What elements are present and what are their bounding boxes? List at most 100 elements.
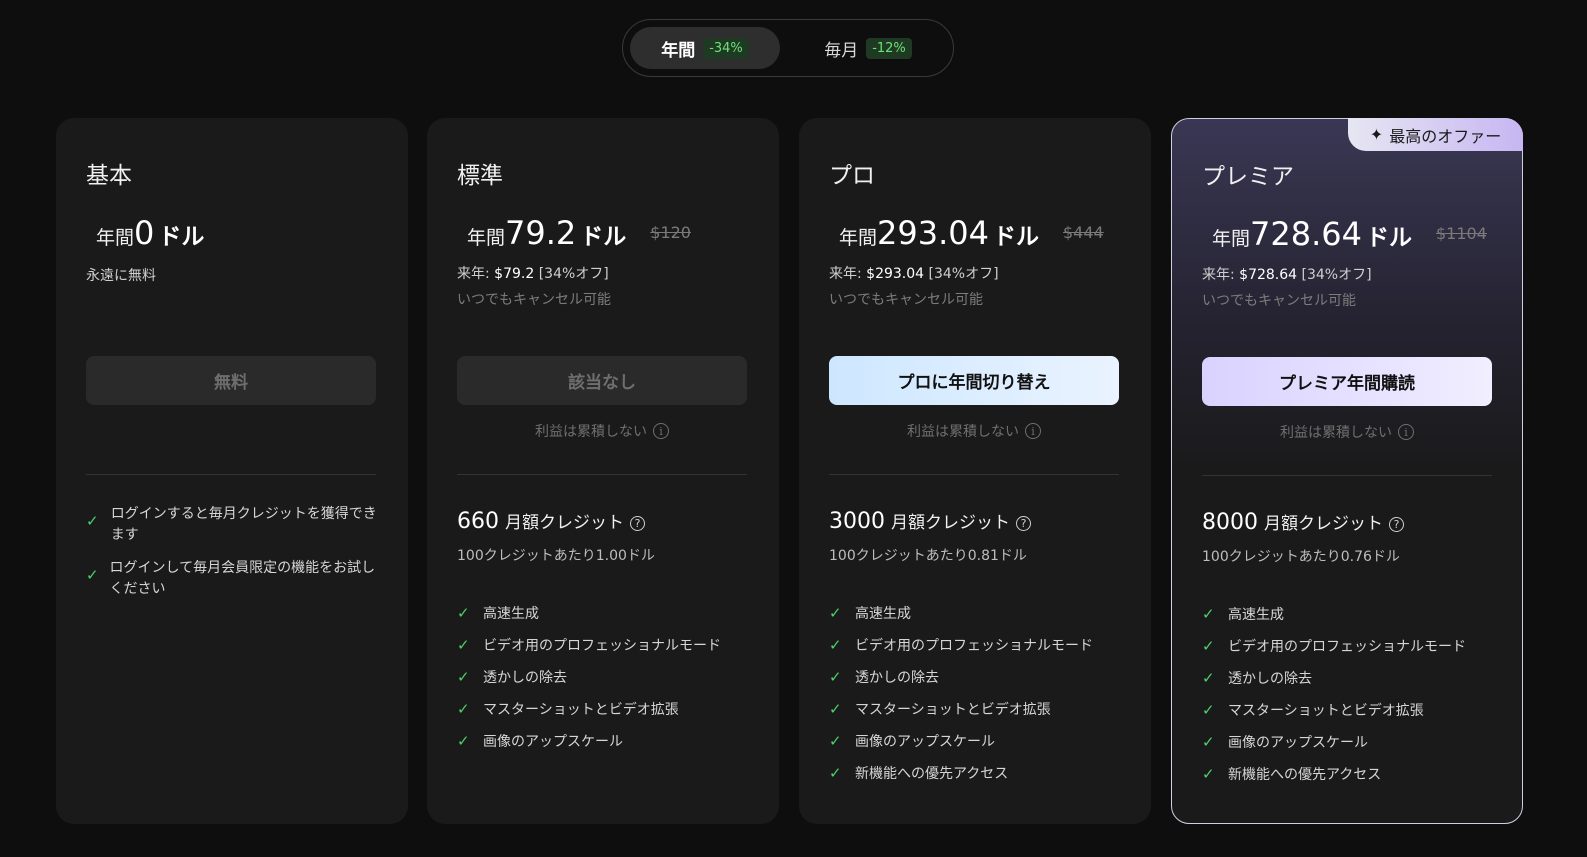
info-icon[interactable]: i xyxy=(653,423,669,439)
divider xyxy=(1202,475,1492,476)
price-unit: ドル xyxy=(992,224,1039,250)
no-accumulation-note: 利益は累積しない i xyxy=(457,421,747,441)
feature-item: ✓ 新機能への優先アクセス xyxy=(1202,758,1502,790)
check-icon: ✓ xyxy=(1202,701,1215,719)
next-year-discount: [34%オフ] xyxy=(928,266,999,282)
yearly-option[interactable]: 年間 -34% xyxy=(630,27,780,69)
feature-item: ✓ 透かしの除去 xyxy=(457,661,757,693)
next-year-label: 来年: xyxy=(1202,267,1235,283)
no-accumulation-label: 利益は累積しない xyxy=(1280,425,1392,441)
price-prefix: 年間 xyxy=(839,227,878,249)
help-icon[interactable]: ? xyxy=(1016,516,1031,531)
billing-period-toggle: 年間 -34% 毎月 -12% xyxy=(622,19,954,77)
not-applicable-button[interactable]: 該当なし xyxy=(457,356,747,405)
feature-item: ✓ 画像のアップスケール xyxy=(829,725,1129,757)
feature-list: ✓ 高速生成 ✓ ビデオ用のプロフェッショナルモード ✓ 透かしの除去 ✓ マスターショ… xyxy=(457,597,757,757)
plan-title: 標準 xyxy=(457,163,503,189)
check-icon: ✓ xyxy=(829,604,842,622)
help-icon[interactable]: ? xyxy=(1389,517,1404,532)
price-row: 年間 728.64 ドル $1104 xyxy=(1212,215,1487,253)
info-icon[interactable]: i xyxy=(1025,423,1041,439)
feature-label: マスターショットとビデオ拡張 xyxy=(483,702,679,718)
check-icon: ✓ xyxy=(457,604,470,622)
feature-item: ✓ 高速生成 xyxy=(1202,598,1502,630)
feature-list: ✓ 高速生成 ✓ ビデオ用のプロフェッショナルモード ✓ 透かしの除去 ✓ マスターショ… xyxy=(1202,598,1502,790)
original-price: $1104 xyxy=(1435,224,1487,243)
check-icon: ✓ xyxy=(86,566,99,584)
monthly-credits: 3000 月額クレジット ? xyxy=(829,508,1031,534)
feature-label: ビデオ用のプロフェッショナルモード xyxy=(1228,639,1466,655)
monthly-label: 毎月 xyxy=(824,40,859,61)
feature-item: ✓ ビデオ用のプロフェッショナルモード xyxy=(829,629,1129,661)
price-amount: 293.04 xyxy=(877,214,989,252)
feature-label: 画像のアップスケール xyxy=(483,734,623,750)
credits-amount: 660 xyxy=(457,509,499,534)
check-icon: ✓ xyxy=(86,512,99,530)
check-icon: ✓ xyxy=(1202,733,1215,751)
no-accumulation-note: 利益は累積しない i xyxy=(1202,422,1492,442)
plan-title: プロ xyxy=(829,163,875,189)
yearly-label: 年間 xyxy=(661,40,696,61)
price-unit: ドル xyxy=(580,224,627,250)
next-year-amount: $293.04 xyxy=(866,266,925,282)
feature-item: ✓ 画像のアップスケール xyxy=(457,725,757,757)
feature-label: 画像のアップスケール xyxy=(1228,735,1368,751)
next-year-discount: [34%オフ] xyxy=(1301,267,1372,283)
no-accumulation-label: 利益は累積しない xyxy=(907,424,1019,440)
plan-title: プレミア xyxy=(1202,164,1294,190)
next-year-discount: [34%オフ] xyxy=(538,266,609,282)
feature-item: ✓ ログインして毎月会員限定の機能をお試しください xyxy=(86,558,381,600)
no-accumulation-note: 利益は累積しない i xyxy=(829,421,1119,441)
pro-yearly-switch-button[interactable]: プロに年間切り替え xyxy=(829,356,1119,405)
cancel-note: いつでもキャンセル可能 xyxy=(829,292,983,308)
next-year-label: 来年: xyxy=(829,266,862,282)
feature-item: ✓ マスターショットとビデオ拡張 xyxy=(829,693,1129,725)
feature-item: ✓ マスターショットとビデオ拡張 xyxy=(1202,694,1502,726)
next-year-price: 来年: $728.64 [34%オフ] xyxy=(1202,264,1372,284)
monthly-credits: 8000 月額クレジット ? xyxy=(1202,509,1404,535)
monthly-discount-badge: -12% xyxy=(866,37,912,59)
feature-item: ✓ 高速生成 xyxy=(829,597,1129,629)
free-plan-button[interactable]: 無料 xyxy=(86,356,376,405)
feature-item: ✓ 透かしの除去 xyxy=(1202,662,1502,694)
feature-item: ✓ 透かしの除去 xyxy=(829,661,1129,693)
next-year-amount: $728.64 xyxy=(1239,267,1298,283)
ribbon-label: 最高のオファー xyxy=(1389,126,1502,146)
price-amount: 0 xyxy=(134,214,155,252)
next-year-label: 来年: xyxy=(457,266,490,282)
check-icon: ✓ xyxy=(829,700,842,718)
feature-item: ✓ 新機能への優先アクセス xyxy=(829,757,1129,789)
feature-label: 高速生成 xyxy=(855,606,911,622)
info-icon[interactable]: i xyxy=(1398,424,1414,440)
divider xyxy=(829,474,1119,475)
feature-item: ✓ ログインすると毎月クレジットを獲得できます xyxy=(86,504,381,546)
help-icon[interactable]: ? xyxy=(630,516,645,531)
price-prefix: 年間 xyxy=(1212,228,1251,250)
cancel-note: いつでもキャンセル可能 xyxy=(1202,293,1356,309)
premium-yearly-subscribe-button[interactable]: プレミア年間購読 xyxy=(1202,357,1492,406)
check-icon: ✓ xyxy=(829,764,842,782)
feature-label: マスターショットとビデオ拡張 xyxy=(1228,703,1424,719)
feature-label: 透かしの除去 xyxy=(855,670,939,686)
feature-item: ✓ 画像のアップスケール xyxy=(1202,726,1502,758)
original-price: $444 xyxy=(1062,223,1104,242)
feature-label: 新機能への優先アクセス xyxy=(855,766,1009,782)
plan-card-standard: 標準 年間 79.2 ドル $120 来年: $79.2 [34%オフ] いつで… xyxy=(427,118,779,824)
feature-label: 高速生成 xyxy=(483,606,539,622)
next-year-price: 来年: $293.04 [34%オフ] xyxy=(829,263,999,283)
price-prefix: 年間 xyxy=(96,227,135,249)
monthly-option[interactable]: 毎月 -12% xyxy=(793,27,943,69)
feature-item: ✓ ビデオ用のプロフェッショナルモード xyxy=(457,629,757,661)
feature-label: 透かしの除去 xyxy=(483,670,567,686)
plan-card-basic: 基本 年間 0 ドル 永遠に無料 無料 ✓ ログインすると毎月クレジットを獲得でき… xyxy=(56,118,408,824)
free-forever-note: 永遠に無料 xyxy=(86,268,156,284)
check-icon: ✓ xyxy=(457,636,470,654)
plan-card-premium: ✦ 最高のオファー プレミア 年間 728.64 ドル $1104 来年: $7… xyxy=(1171,118,1523,824)
next-year-amount: $79.2 xyxy=(494,266,535,282)
feature-label: ログインすると毎月クレジットを獲得できます xyxy=(110,506,377,543)
price-row: 年間 0 ドル xyxy=(96,214,204,252)
price-amount: 79.2 xyxy=(505,214,577,252)
yearly-discount-badge: -34% xyxy=(703,37,749,59)
price-amount: 728.64 xyxy=(1250,215,1362,253)
feature-label: 画像のアップスケール xyxy=(855,734,995,750)
